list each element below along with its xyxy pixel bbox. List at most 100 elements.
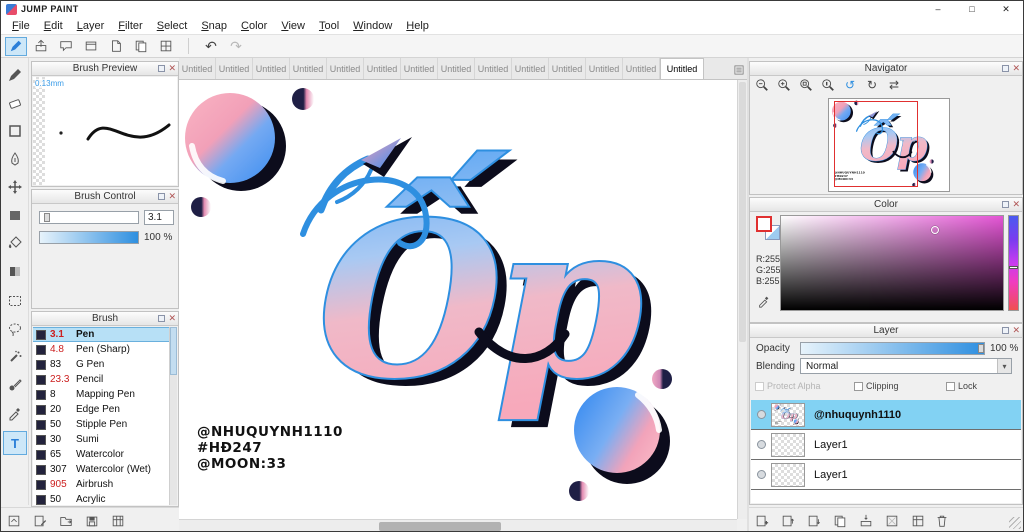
close-button[interactable]: ✕	[989, 1, 1023, 17]
blending-dropdown[interactable]: Normal ▾	[800, 358, 1012, 374]
brush-item-pen-sharp[interactable]: 4.8 Pen (Sharp)	[33, 342, 169, 357]
grid-button[interactable]	[155, 37, 177, 56]
menu-tool[interactable]: Tool	[312, 20, 346, 32]
tab-untitled[interactable]: Untitled	[401, 58, 438, 79]
round-brush-tool[interactable]	[3, 373, 27, 397]
panel-toggle-button[interactable]	[3, 511, 25, 531]
navigator-preview[interactable]	[828, 98, 950, 192]
menu-snap[interactable]: Snap	[194, 20, 234, 32]
menu-view[interactable]: View	[274, 20, 312, 32]
tab-untitled[interactable]: Untitled	[549, 58, 586, 79]
tab-untitled[interactable]: Untitled	[512, 58, 549, 79]
menu-color[interactable]: Color	[234, 20, 274, 32]
menu-filter[interactable]: Filter	[111, 20, 149, 32]
tab-untitled[interactable]: Untitled	[623, 58, 660, 79]
move-tool[interactable]	[3, 175, 27, 199]
tab-list-button[interactable]	[733, 64, 745, 76]
menu-window[interactable]: Window	[346, 20, 399, 32]
rotate-reset-button[interactable]: ↺	[840, 77, 860, 93]
lower-layer-button[interactable]	[803, 511, 825, 531]
zoom-out-button[interactable]	[752, 77, 772, 93]
eraser-tool[interactable]	[3, 91, 27, 115]
open-folder-button[interactable]	[55, 511, 77, 531]
brush-mode-button[interactable]	[5, 36, 27, 56]
dropdown-arrow-icon[interactable]: ▾	[997, 359, 1011, 373]
foreground-color-swatch[interactable]	[756, 216, 772, 232]
comment-button[interactable]	[55, 37, 77, 56]
canvas-vertical-scrollbar[interactable]	[737, 80, 747, 519]
close-icon[interactable]: ✕	[1012, 200, 1020, 209]
clipping-checkbox[interactable]: Clipping	[854, 381, 899, 391]
zoom-100-button[interactable]	[818, 77, 838, 93]
delete-layer-button[interactable]	[931, 511, 953, 531]
lasso-tool[interactable]	[3, 317, 27, 341]
minimize-button[interactable]: –	[921, 1, 955, 17]
menu-edit[interactable]: Edit	[37, 20, 70, 32]
popout-icon[interactable]	[1002, 65, 1010, 72]
brush-item-gpen[interactable]: 83 G Pen	[33, 357, 169, 372]
layer-settings-button[interactable]	[907, 511, 929, 531]
tab-untitled-active[interactable]: Untitled	[660, 58, 704, 79]
undo-button[interactable]: ↶	[200, 37, 222, 56]
layer-row-active[interactable]: @nhuquynh1110	[751, 400, 1021, 430]
add-layer-button[interactable]	[751, 511, 773, 531]
redo-button[interactable]: ↷	[225, 37, 247, 56]
brush-item-mapping-pen[interactable]: 8 Mapping Pen	[33, 387, 169, 402]
brush-item-sumi[interactable]: 30 Sumi	[33, 432, 169, 447]
layer-opacity-slider[interactable]	[800, 342, 985, 355]
layer-visibility-icon[interactable]	[757, 410, 766, 419]
documents-button[interactable]	[130, 37, 152, 56]
layer-visibility-icon[interactable]	[757, 470, 766, 479]
protect-alpha-checkbox[interactable]: Protect Alpha	[755, 381, 821, 391]
document-button[interactable]	[105, 37, 127, 56]
canvas-horizontal-scrollbar[interactable]	[179, 519, 737, 531]
close-icon[interactable]: ✕	[168, 314, 176, 323]
tab-untitled[interactable]: Untitled	[216, 58, 253, 79]
brush-size-value[interactable]: 3.1	[144, 210, 174, 225]
zoom-in-button[interactable]	[774, 77, 794, 93]
tab-untitled[interactable]: Untitled	[438, 58, 475, 79]
hue-slider[interactable]	[1008, 215, 1019, 311]
new-canvas-button[interactable]	[29, 511, 51, 531]
close-icon[interactable]: ✕	[168, 64, 176, 73]
gradient-tool[interactable]	[3, 259, 27, 283]
menu-file[interactable]: File	[5, 20, 37, 32]
tab-untitled[interactable]: Untitled	[327, 58, 364, 79]
menu-help[interactable]: Help	[399, 20, 436, 32]
eyedropper-tool[interactable]	[3, 401, 27, 425]
brush-item-watercolor-wet[interactable]: 307 Watercolor (Wet)	[33, 462, 169, 477]
marquee-tool[interactable]	[3, 289, 27, 313]
navigator-view-frame[interactable]	[834, 101, 918, 187]
bucket-tool[interactable]	[3, 231, 27, 255]
brush-item-airbrush[interactable]: 905 Airbrush	[33, 477, 169, 492]
flip-button[interactable]: ⇄	[884, 77, 904, 93]
eyedropper-icon[interactable]	[757, 294, 771, 308]
tab-untitled[interactable]: Untitled	[475, 58, 512, 79]
brush-item-watercolor[interactable]: 65 Watercolor	[33, 447, 169, 462]
brush-item-stipple-pen[interactable]: 50 Stipple Pen	[33, 417, 169, 432]
brush-opacity-slider[interactable]	[39, 231, 139, 244]
save-button[interactable]	[81, 511, 103, 531]
slider-handle[interactable]	[978, 344, 984, 353]
merge-layer-button[interactable]	[855, 511, 877, 531]
resize-grip[interactable]	[1009, 517, 1021, 529]
duplicate-layer-button[interactable]	[829, 511, 851, 531]
export-button[interactable]	[30, 37, 52, 56]
menu-layer[interactable]: Layer	[70, 20, 112, 32]
material-button[interactable]	[107, 511, 129, 531]
drawing-canvas[interactable]: Ốp Ốp @NHUQUYNH1110 #HĐ247 @MOON:33	[179, 80, 737, 519]
maximize-button[interactable]: □	[955, 1, 989, 17]
clear-layer-button[interactable]	[881, 511, 903, 531]
popout-icon[interactable]	[1002, 327, 1010, 334]
tab-untitled[interactable]: Untitled	[364, 58, 401, 79]
popout-icon[interactable]	[1002, 201, 1010, 208]
scrollbar-thumb[interactable]	[379, 522, 501, 531]
close-icon[interactable]: ✕	[1012, 326, 1020, 335]
brush-item-pencil[interactable]: 23.3 Pencil	[33, 372, 169, 387]
text-tool[interactable]: T	[3, 431, 27, 455]
tab-untitled[interactable]: Untitled	[586, 58, 623, 79]
hue-marker[interactable]	[1009, 266, 1018, 269]
popout-icon[interactable]	[158, 65, 166, 72]
saturation-value-picker[interactable]	[780, 215, 1004, 311]
tab-untitled[interactable]: Untitled	[290, 58, 327, 79]
